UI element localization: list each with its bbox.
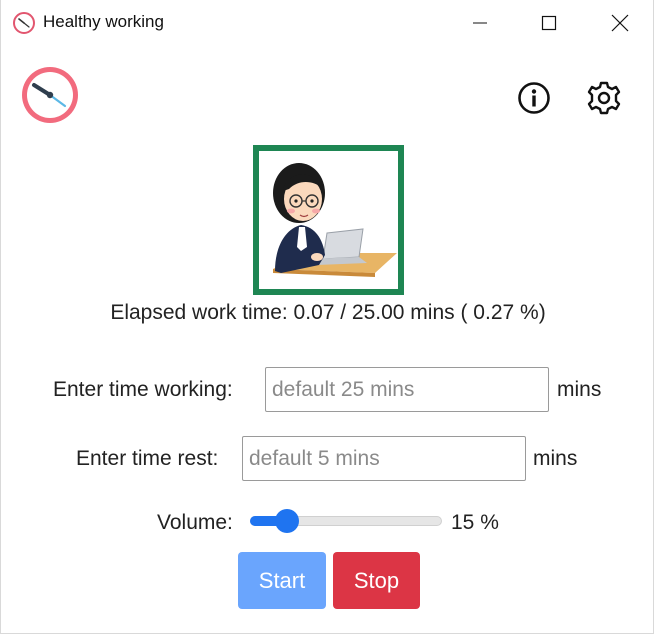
maximize-button[interactable] (514, 0, 584, 46)
maximize-icon (541, 15, 557, 31)
volume-slider-thumb[interactable] (275, 509, 300, 533)
volume-label: Volume: (157, 511, 233, 534)
volume-slider[interactable] (250, 509, 442, 533)
work-time-unit: mins (557, 378, 602, 401)
minimize-button[interactable] (445, 0, 515, 46)
start-button[interactable]: Start (238, 552, 326, 609)
work-time-input[interactable] (265, 367, 549, 412)
rest-time-label: Enter time rest: (76, 447, 219, 470)
rest-time-input[interactable] (242, 436, 526, 481)
info-icon[interactable] (517, 81, 551, 115)
title-bar[interactable]: Healthy working (1, 0, 653, 46)
stop-button[interactable]: Stop (333, 552, 420, 609)
minimize-icon (473, 22, 487, 24)
volume-value: 15 % (451, 511, 499, 534)
alarm-clock-icon (13, 12, 35, 34)
status-image (253, 145, 404, 295)
close-icon (611, 14, 629, 32)
window-title: Healthy working (43, 12, 164, 31)
person-working-illustration (273, 163, 397, 277)
elapsed-time-text: Elapsed work time: 0.07 / 25.00 mins ( 0… (110, 301, 546, 324)
app-window: Healthy working Elapsed work time: 0.07 … (0, 0, 654, 634)
close-button[interactable] (585, 0, 654, 46)
gear-icon[interactable] (586, 80, 622, 116)
work-time-label: Enter time working: (53, 378, 233, 401)
alarm-clock-icon (22, 67, 78, 123)
rest-time-unit: mins (533, 447, 578, 470)
